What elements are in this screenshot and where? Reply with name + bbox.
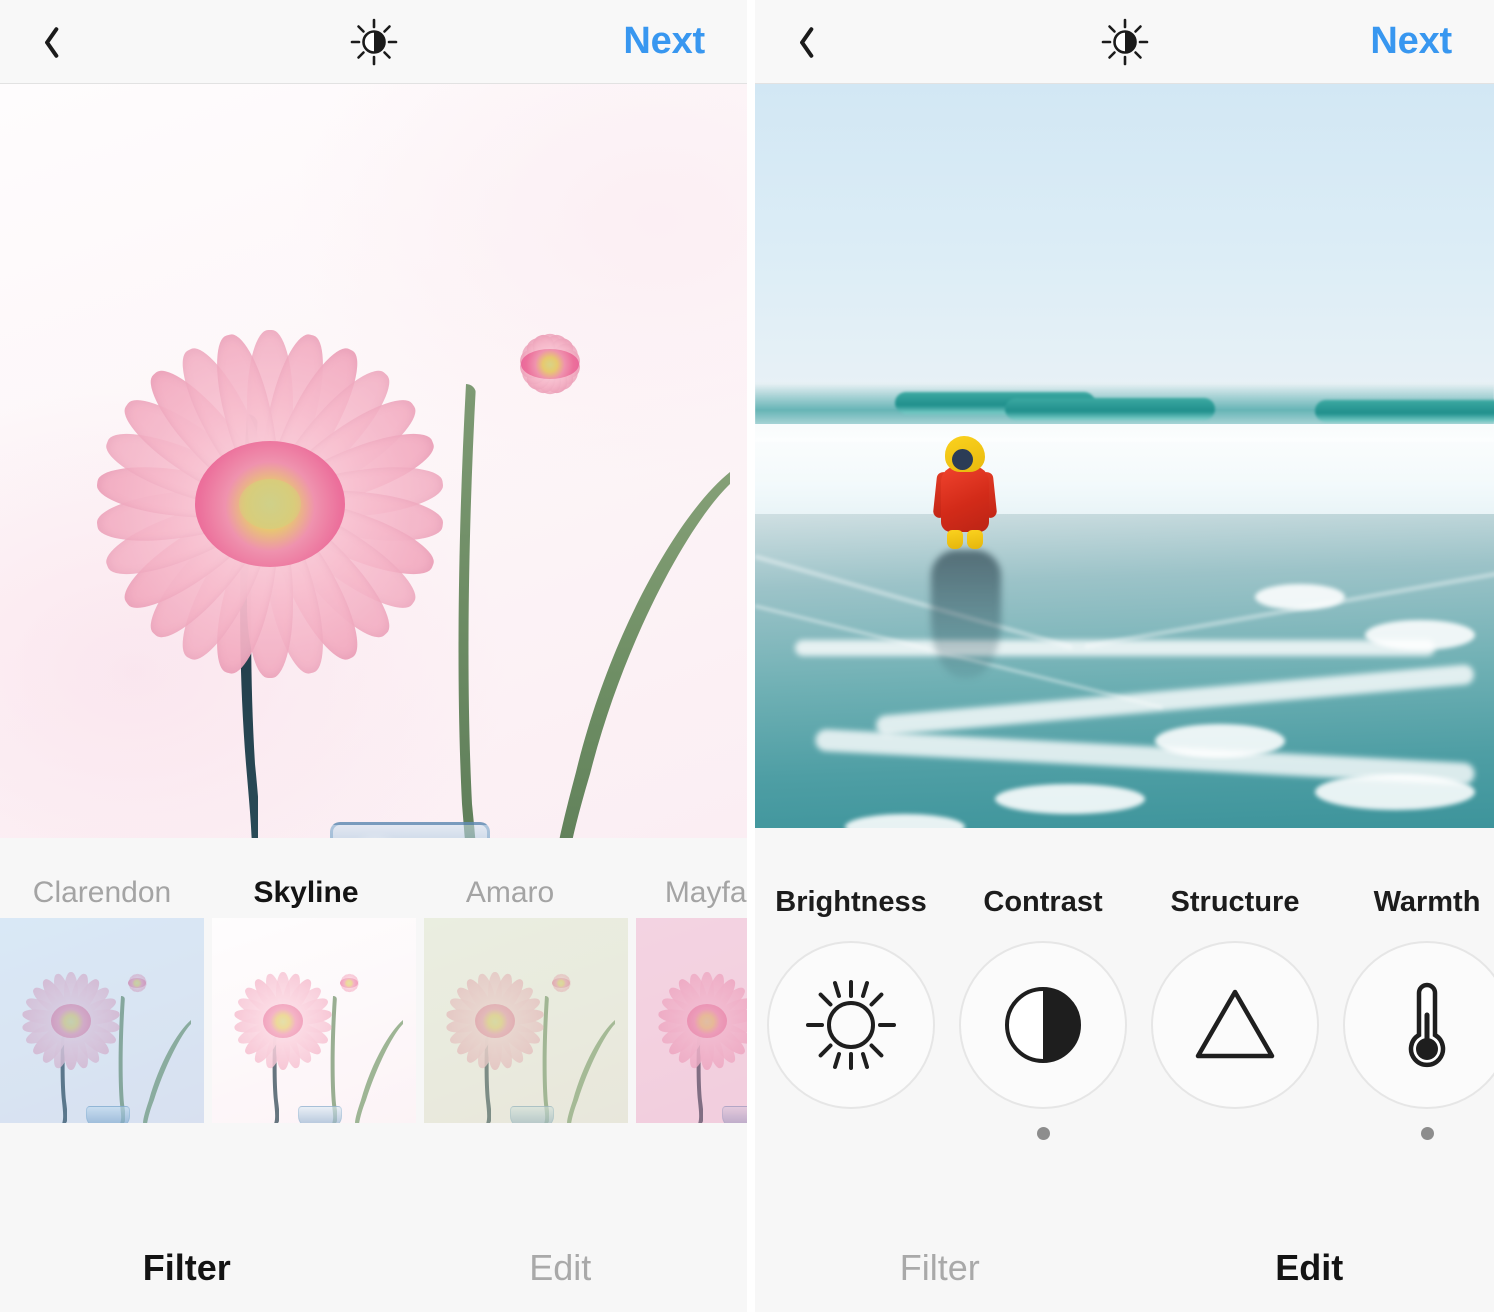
filter-screen: Next Clarendon Skyline Amaro Mayfa Filte… — [0, 0, 747, 1312]
edit-tool-circle — [767, 941, 935, 1109]
photo-preview-beach[interactable] — [755, 84, 1494, 828]
sun-icon — [806, 980, 896, 1070]
gerbera-bloom-main — [60, 329, 480, 679]
edit-tool-label: Structure — [1170, 886, 1300, 918]
filter-thumbnail-mayfair[interactable] — [636, 918, 747, 1123]
edit-tool-adjust-dot — [1229, 1127, 1242, 1140]
edit-tool-warmth[interactable]: Warmth — [1331, 886, 1494, 1140]
thumbnail-scene — [212, 918, 416, 1123]
edit-tool-carousel[interactable]: Brightness Contrast Structure Warmth — [755, 828, 1494, 1224]
edit-screen: Next Brightness Contrast Structure Warmt… — [755, 0, 1494, 1312]
sky-region — [755, 84, 1494, 394]
filter-label-amaro[interactable]: Amaro — [408, 876, 612, 910]
edit-tool-adjust-dot — [1420, 1127, 1434, 1140]
foam-patch — [1365, 620, 1475, 650]
photo-preview-flowers[interactable] — [0, 84, 747, 838]
edit-tool-circle — [1151, 941, 1319, 1109]
back-button[interactable] — [0, 0, 90, 84]
foam-patch — [1255, 584, 1345, 610]
edit-tool-row: Brightness Contrast Structure Warmth — [755, 828, 1494, 1140]
half-circle-icon — [1005, 987, 1081, 1063]
edit-tool-label: Contrast — [983, 886, 1103, 918]
screenshot-stage: Next Clarendon Skyline Amaro Mayfa Filte… — [0, 0, 1494, 1312]
panel-divider — [747, 0, 755, 1312]
edit-tool-adjust-dot — [845, 1127, 858, 1140]
brightness-sun-icon[interactable] — [1101, 18, 1149, 66]
tab-filter[interactable]: Filter — [0, 1247, 374, 1289]
filter-label-mayfair[interactable]: Mayfair — [612, 876, 747, 910]
edit-tool-circle — [959, 941, 1127, 1109]
thermometer-icon — [1408, 982, 1446, 1068]
glass-vase — [330, 822, 490, 838]
edit-tool-circle — [1343, 941, 1494, 1109]
thumbnail-scene — [0, 918, 204, 1123]
thumbnail-scene — [424, 918, 628, 1123]
thumbnail-filter-tint — [0, 918, 204, 1123]
thumbnail-filter-tint — [424, 918, 628, 1123]
filter-thumbnail-clarendon[interactable] — [0, 918, 204, 1123]
foam-patch — [1155, 724, 1285, 758]
next-button[interactable]: Next — [623, 20, 747, 63]
edit-tool-contrast[interactable]: Contrast — [947, 886, 1139, 1140]
filter-carousel[interactable]: Clarendon Skyline Amaro Mayfair — [0, 838, 747, 1224]
beach-scene — [755, 84, 1494, 828]
thumbnail-filter-tint — [636, 918, 747, 1123]
edit-tool-brightness[interactable]: Brightness — [755, 886, 947, 1140]
filter-thumbnail-amaro[interactable] — [424, 918, 628, 1123]
edit-tool-label: Warmth — [1373, 886, 1481, 918]
edit-tool-label: Brightness — [775, 886, 927, 918]
back-button-right[interactable] — [755, 0, 845, 84]
brightness-sun-icon[interactable] — [350, 18, 398, 66]
child-reflection — [931, 550, 1001, 678]
chevron-left-icon — [789, 23, 811, 61]
edit-tool-adjust-dot — [1036, 1127, 1050, 1140]
right-bottom-tabbar: Filter Edit — [755, 1224, 1494, 1312]
filter-label-clarendon[interactable]: Clarendon — [0, 876, 204, 910]
next-button-right[interactable]: Next — [1370, 20, 1494, 63]
tab-edit-right[interactable]: Edit — [1125, 1247, 1494, 1289]
filter-thumbnail-row — [0, 918, 747, 1130]
thumbnail-scene — [636, 918, 747, 1123]
filter-thumbnail-skyline[interactable] — [212, 918, 416, 1123]
wave-crest — [1005, 398, 1215, 420]
foam-streak — [795, 640, 1435, 656]
chevron-left-icon — [34, 23, 56, 61]
filter-name-row: Clarendon Skyline Amaro Mayfair — [0, 838, 747, 918]
triangle-icon — [1195, 989, 1275, 1059]
wave-crest — [1315, 400, 1494, 422]
edit-tool-structure[interactable]: Structure — [1139, 886, 1331, 1140]
foam-patch — [1315, 774, 1475, 810]
thumbnail-filter-tint — [212, 918, 416, 1123]
right-header-bar: Next — [755, 0, 1494, 84]
foam-patch — [995, 784, 1145, 814]
filter-label-skyline[interactable]: Skyline — [204, 876, 408, 910]
gerbera-bloom-small — [455, 316, 645, 412]
left-bottom-tabbar: Filter Edit — [0, 1224, 747, 1312]
left-header-bar: Next — [0, 0, 747, 84]
tab-filter-right[interactable]: Filter — [755, 1247, 1125, 1289]
child-figure — [932, 436, 998, 554]
tab-edit[interactable]: Edit — [374, 1247, 748, 1289]
